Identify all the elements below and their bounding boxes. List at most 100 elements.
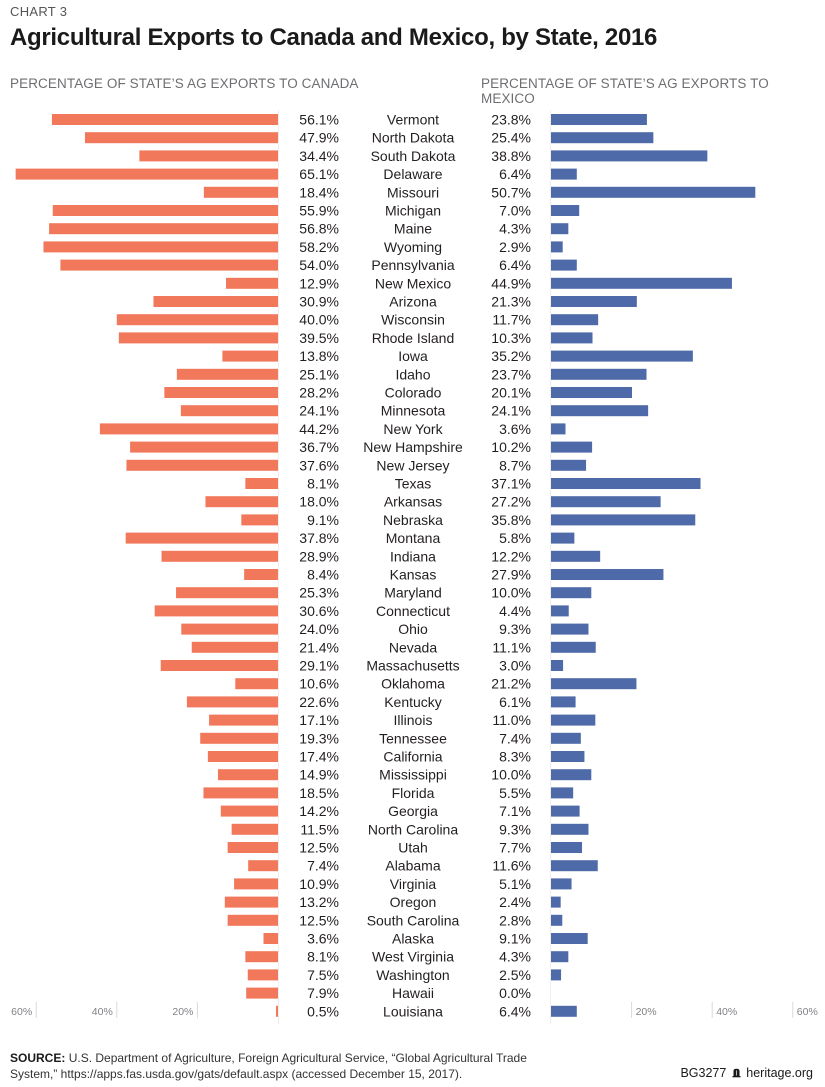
state-name-label: Ohio <box>398 621 428 637</box>
report-id: BG3277 <box>680 1066 727 1080</box>
mexico-bar <box>551 678 637 690</box>
mexico-value-label: 6.4% <box>499 257 531 273</box>
canada-value-label: 18.4% <box>299 184 339 200</box>
mexico-value-label: 21.3% <box>491 294 531 310</box>
canada-bar <box>248 860 278 872</box>
canada-value-label: 3.6% <box>307 931 339 947</box>
canada-bar <box>245 478 278 489</box>
mexico-value-label: 11.7% <box>492 312 531 328</box>
mexico-bar <box>551 769 592 781</box>
mexico-bar <box>551 1005 577 1017</box>
canada-bar <box>99 423 279 435</box>
mexico-bar <box>551 223 569 235</box>
canada-bar <box>234 878 278 890</box>
state-name-label: Colorado <box>385 385 442 401</box>
canada-bar <box>186 696 278 708</box>
state-name-label: Tennessee <box>379 730 447 746</box>
mexico-value-label: 10.2% <box>491 439 531 455</box>
mexico-bar <box>551 350 693 362</box>
mexico-value-label: 3.0% <box>499 658 531 674</box>
mexico-bar <box>551 423 566 435</box>
state-name-label: Arkansas <box>384 494 442 510</box>
state-name-label: New Jersey <box>376 457 449 473</box>
state-name-label: Michigan <box>385 203 441 219</box>
canada-bar <box>207 751 278 762</box>
state-name-label: Mississippi <box>379 767 447 783</box>
mexico-bar <box>551 259 577 271</box>
mexico-value-label: 8.3% <box>499 749 531 765</box>
canada-bar <box>217 769 278 781</box>
mexico-value-label: 7.7% <box>499 840 531 856</box>
mexico-bar <box>551 277 732 289</box>
mexico-bar <box>551 459 587 471</box>
canada-value-label: 44.2% <box>299 421 339 437</box>
state-name-label: Washington <box>376 967 449 983</box>
mexico-value-label: 3.6% <box>499 421 531 437</box>
state-name-label: South Dakota <box>371 148 456 164</box>
canada-value-label: 22.6% <box>299 694 339 710</box>
canada-bar <box>118 332 278 344</box>
mexico-value-label: 38.8% <box>491 148 531 164</box>
canada-value-label: 30.6% <box>299 603 339 619</box>
canada-bar <box>161 550 278 562</box>
mexico-value-label: 11.1% <box>492 639 531 655</box>
mexico-bar <box>551 150 708 162</box>
mexico-value-label: 5.5% <box>499 785 531 801</box>
canada-bar <box>126 459 278 471</box>
mexico-value-label: 37.1% <box>491 476 531 492</box>
canada-value-label: 12.5% <box>299 912 339 928</box>
state-name-label: Massachusetts <box>366 658 459 674</box>
mexico-value-label: 12.2% <box>491 548 531 564</box>
canada-value-label: 7.9% <box>307 985 339 1001</box>
mexico-bar <box>551 951 569 963</box>
canada-bar <box>220 805 278 817</box>
canada-value-label: 37.6% <box>299 457 339 473</box>
mexico-bar <box>551 114 647 125</box>
state-name-label: Nevada <box>389 639 437 655</box>
canada-bar <box>139 150 278 162</box>
mexico-tick-label: 20% <box>636 1006 657 1018</box>
canada-bar <box>176 587 278 599</box>
source-note: SOURCE: U.S. Department of Agriculture, … <box>10 1050 530 1082</box>
site-link[interactable]: heritage.org <box>746 1066 813 1080</box>
mexico-bar <box>551 514 696 526</box>
canada-bar <box>205 496 278 508</box>
state-name-label: Maryland <box>384 585 442 601</box>
canada-bar <box>203 186 278 198</box>
state-name-label: Hawaii <box>392 985 434 1001</box>
canada-value-label: 25.1% <box>299 366 339 382</box>
mexico-bar <box>551 696 576 708</box>
mexico-value-label: 35.8% <box>491 512 531 528</box>
canada-bar <box>176 368 278 380</box>
mexico-bar <box>551 550 601 562</box>
mexico-value-label: 27.2% <box>491 494 531 510</box>
canada-value-label: 17.1% <box>299 712 339 728</box>
state-name-label: Vermont <box>387 112 439 128</box>
canada-value-label: 17.4% <box>299 749 339 765</box>
canada-bar <box>180 405 278 417</box>
canada-value-label: 24.1% <box>299 403 339 419</box>
canada-bar <box>246 987 278 999</box>
state-name-label: Minnesota <box>381 403 446 419</box>
mexico-value-label: 7.1% <box>499 803 531 819</box>
mexico-bar <box>551 969 562 981</box>
state-name-label: Utah <box>398 840 428 856</box>
canada-value-label: 9.1% <box>307 512 339 528</box>
mexico-bar <box>551 842 583 853</box>
state-name-label: Montana <box>386 530 441 546</box>
canada-value-label: 14.9% <box>299 767 339 783</box>
canada-value-label: 18.0% <box>299 494 339 510</box>
state-name-label: New York <box>383 421 443 437</box>
canada-value-label: 29.1% <box>299 658 339 674</box>
mexico-value-label: 4.4% <box>499 603 531 619</box>
canada-value-label: 37.8% <box>299 530 339 546</box>
mexico-value-label: 9.3% <box>499 621 531 637</box>
mexico-bar <box>551 605 569 617</box>
canada-value-label: 56.8% <box>299 221 339 237</box>
canada-value-label: 28.2% <box>299 385 339 401</box>
mexico-bar <box>551 332 593 344</box>
canada-bar <box>224 896 278 908</box>
mexico-value-label: 35.2% <box>491 348 531 364</box>
canada-value-label: 55.9% <box>299 203 339 219</box>
butterfly-bar-chart: 56.1% Vermont 23.8% 47.9% North Dakota 25.4% 3… <box>11 110 818 1024</box>
